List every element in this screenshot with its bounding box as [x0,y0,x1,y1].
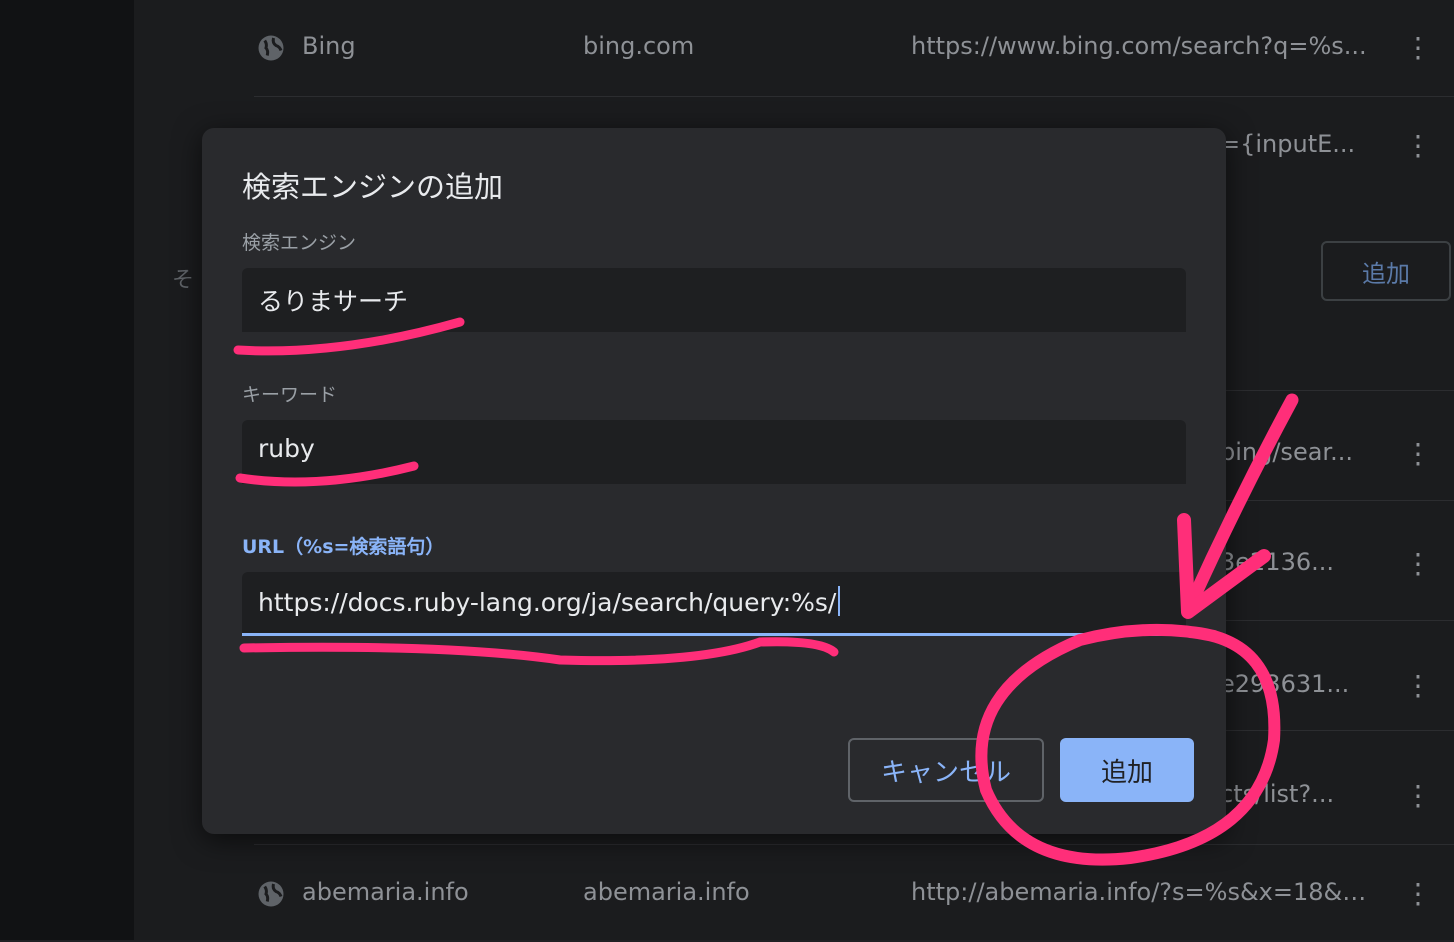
globe-icon [258,35,284,61]
row-url: https://www.bing.com/search?q=%s... [911,32,1367,60]
row-engine-name: Bing [302,32,356,60]
more-vert-icon[interactable]: ⋮ [1404,880,1432,908]
more-vert-icon[interactable]: ⋮ [1404,132,1432,160]
add-search-engine-dialog: 検索エンジンの追加 検索エンジン るりまサーチ キーワード ruby URL（%… [202,128,1226,834]
table-row[interactable]: abemaria.info abemaria.info http://abema… [134,846,1454,942]
row-url-partial: bing/sear... [1220,438,1353,466]
row-url-partial: cts/list?... [1220,780,1335,808]
table-row[interactable]: Bing bing.com https://www.bing.com/searc… [134,0,1454,96]
more-vert-icon[interactable]: ⋮ [1404,550,1432,578]
engine-name-value: るりまサーチ [258,287,409,316]
url-label: URL（%s=検索語句） [242,536,445,558]
keyword-value: ruby [258,434,315,463]
more-vert-icon[interactable]: ⋮ [1404,782,1432,810]
row-keyword: bing.com [583,32,695,60]
dialog-title: 検索エンジンの追加 [242,170,504,204]
add-button[interactable]: 追加 [1060,738,1194,802]
section-heading-fragment: そ [172,268,195,293]
more-vert-icon[interactable]: ⋮ [1404,672,1432,700]
row-engine-name: abemaria.info [302,878,469,906]
more-vert-icon[interactable]: ⋮ [1404,440,1432,468]
row-url-partial: ={inputE... [1220,130,1356,158]
row-url-partial: e293631... [1220,670,1350,698]
engine-name-label: 検索エンジン [242,232,357,254]
url-input[interactable]: https://docs.ruby-lang.org/ja/search/que… [242,572,1186,636]
text-caret [838,586,841,616]
row-divider [254,844,1454,845]
background-add-button[interactable]: 追加 [1321,241,1451,301]
row-divider [254,96,1454,97]
left-rail [0,0,134,940]
row-url-partial: 3e2136... [1220,548,1334,576]
more-vert-icon[interactable]: ⋮ [1404,34,1432,62]
row-url: http://abemaria.info/?s=%s&x=18&y... [911,878,1371,906]
cancel-button[interactable]: キャンセル [848,738,1044,802]
url-value: https://docs.ruby-lang.org/ja/search/que… [258,588,837,617]
url-value-wrap: https://docs.ruby-lang.org/ja/search/que… [258,586,841,617]
keyword-label: キーワード [242,384,338,406]
globe-icon [258,881,284,907]
row-keyword: abemaria.info [583,878,750,906]
engine-name-input[interactable]: るりまサーチ [242,268,1186,332]
keyword-input[interactable]: ruby [242,420,1186,484]
